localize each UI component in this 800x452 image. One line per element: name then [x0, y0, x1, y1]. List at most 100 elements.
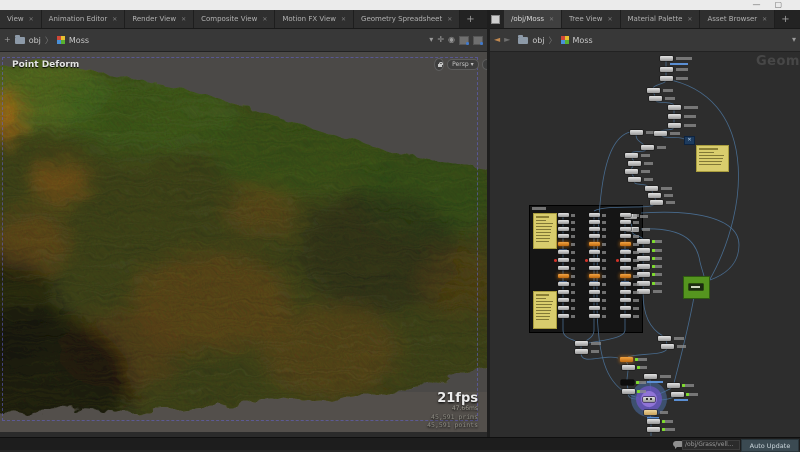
graph-node[interactable]	[620, 314, 631, 318]
graph-node[interactable]	[689, 284, 703, 290]
close-icon[interactable]: ✕	[762, 16, 767, 23]
graph-node[interactable]	[647, 419, 660, 424]
close-icon[interactable]: ✕	[262, 16, 267, 23]
graph-node[interactable]	[628, 177, 641, 182]
graph-node[interactable]	[641, 145, 654, 150]
display-flag[interactable]	[652, 240, 655, 243]
tab-composite-view[interactable]: Composite View✕	[194, 10, 275, 28]
forward-icon[interactable]: ►	[504, 36, 510, 44]
tab-asset-browser[interactable]: Asset Browser✕	[700, 10, 775, 28]
graph-node[interactable]	[620, 274, 631, 278]
sticky-note[interactable]	[696, 145, 729, 172]
graph-node[interactable]	[668, 114, 681, 119]
graph-node[interactable]	[589, 298, 600, 302]
display-flag[interactable]	[636, 381, 639, 384]
graph-node[interactable]	[668, 105, 681, 110]
graph-node[interactable]	[625, 169, 638, 174]
link-icon[interactable]: +	[4, 35, 11, 45]
node-path-field[interactable]: /obj/Grass/vell...	[682, 440, 740, 450]
tab-geometry-spreadsheet[interactable]: Geometry Spreadsheet✕	[354, 10, 460, 28]
display-flag[interactable]	[637, 366, 640, 369]
new-tab-button[interactable]: +	[775, 10, 795, 28]
graph-node[interactable]	[589, 220, 600, 224]
pane-menu-icon[interactable]	[491, 15, 500, 24]
graph-node[interactable]	[660, 67, 673, 72]
graph-node[interactable]	[658, 336, 671, 341]
tab-motion-fx-view[interactable]: Motion FX View✕	[275, 10, 354, 28]
graph-node[interactable]	[647, 88, 660, 93]
graph-node[interactable]	[589, 258, 600, 262]
display-flag[interactable]	[652, 282, 655, 285]
chevron-down-icon[interactable]: ▾	[792, 36, 796, 44]
display-flag[interactable]	[635, 358, 638, 361]
graph-node[interactable]	[558, 227, 569, 231]
graph-node[interactable]	[620, 282, 631, 286]
graph-node[interactable]	[558, 250, 569, 254]
graph-node[interactable]	[589, 282, 600, 286]
pin-icon[interactable]: ✛	[437, 35, 444, 45]
breadcrumb-root[interactable]: obj	[29, 36, 41, 45]
graph-node[interactable]	[558, 290, 569, 294]
graph-node[interactable]	[671, 392, 684, 397]
auto-update-button[interactable]: Auto Update	[741, 439, 799, 452]
close-icon[interactable]: ✕	[29, 16, 34, 23]
graph-node[interactable]	[575, 341, 588, 346]
graph-node[interactable]	[660, 76, 673, 81]
new-tab-button[interactable]: +	[460, 10, 480, 28]
network-editor[interactable]: Geometry ✕	[490, 52, 800, 437]
tab-render-view[interactable]: Render View✕	[125, 10, 194, 28]
close-icon[interactable]: ✕	[549, 16, 554, 23]
graph-node[interactable]	[661, 344, 674, 349]
graph-node[interactable]	[589, 213, 600, 217]
tab-obj-moss[interactable]: /obj/Moss✕	[504, 10, 562, 28]
display-flag[interactable]	[662, 428, 665, 431]
persp-selector[interactable]: Persp ▾	[447, 59, 479, 70]
display-flag[interactable]	[652, 265, 655, 268]
graph-node[interactable]	[622, 365, 635, 370]
graph-node[interactable]	[589, 314, 600, 318]
graph-node[interactable]	[589, 266, 600, 270]
breadcrumb-root[interactable]: obj	[532, 36, 544, 45]
graph-node[interactable]	[589, 274, 600, 278]
graph-node[interactable]	[620, 213, 631, 217]
graph-node[interactable]	[558, 220, 569, 224]
display-flag[interactable]	[662, 420, 665, 423]
close-icon[interactable]: ✕	[112, 16, 117, 23]
graph-node[interactable]	[620, 234, 631, 238]
graph-node[interactable]	[558, 274, 569, 278]
close-icon[interactable]: ✕	[447, 16, 452, 23]
display-flag[interactable]	[652, 257, 655, 260]
switch-node[interactable]: ✕	[684, 136, 695, 145]
graph-node[interactable]	[628, 161, 641, 166]
maximize-icon[interactable]: ▢	[774, 1, 782, 9]
layout-split-icon[interactable]	[459, 36, 469, 45]
close-icon[interactable]: ✕	[607, 16, 612, 23]
graph-node[interactable]	[620, 242, 631, 246]
display-flag[interactable]	[652, 249, 655, 252]
graph-node[interactable]	[620, 227, 631, 231]
display-flag[interactable]	[682, 384, 685, 387]
tab-material-palette[interactable]: Material Palette✕	[621, 10, 701, 28]
tab-view[interactable]: View✕	[0, 10, 42, 28]
graph-node[interactable]	[558, 314, 569, 318]
graph-node[interactable]	[620, 298, 631, 302]
graph-node[interactable]	[620, 220, 631, 224]
graph-node[interactable]	[621, 380, 634, 385]
graph-node[interactable]	[558, 234, 569, 238]
breadcrumb-node[interactable]: Moss	[573, 36, 593, 45]
current-node[interactable]	[643, 397, 655, 402]
green-network-box[interactable]	[683, 276, 710, 299]
snapshot-icon[interactable]: ◉	[448, 35, 455, 45]
back-icon[interactable]: ◄	[494, 36, 500, 44]
graph-node[interactable]	[660, 56, 673, 61]
graph-node[interactable]	[650, 200, 663, 205]
graph-node[interactable]	[668, 123, 681, 128]
graph-node[interactable]	[558, 213, 569, 217]
graph-node[interactable]	[589, 290, 600, 294]
graph-node[interactable]	[620, 250, 631, 254]
breadcrumb-node[interactable]: Moss	[69, 36, 89, 45]
graph-node[interactable]	[558, 266, 569, 270]
graph-node[interactable]	[620, 290, 631, 294]
graph-node[interactable]	[558, 298, 569, 302]
graph-node[interactable]	[648, 193, 661, 198]
